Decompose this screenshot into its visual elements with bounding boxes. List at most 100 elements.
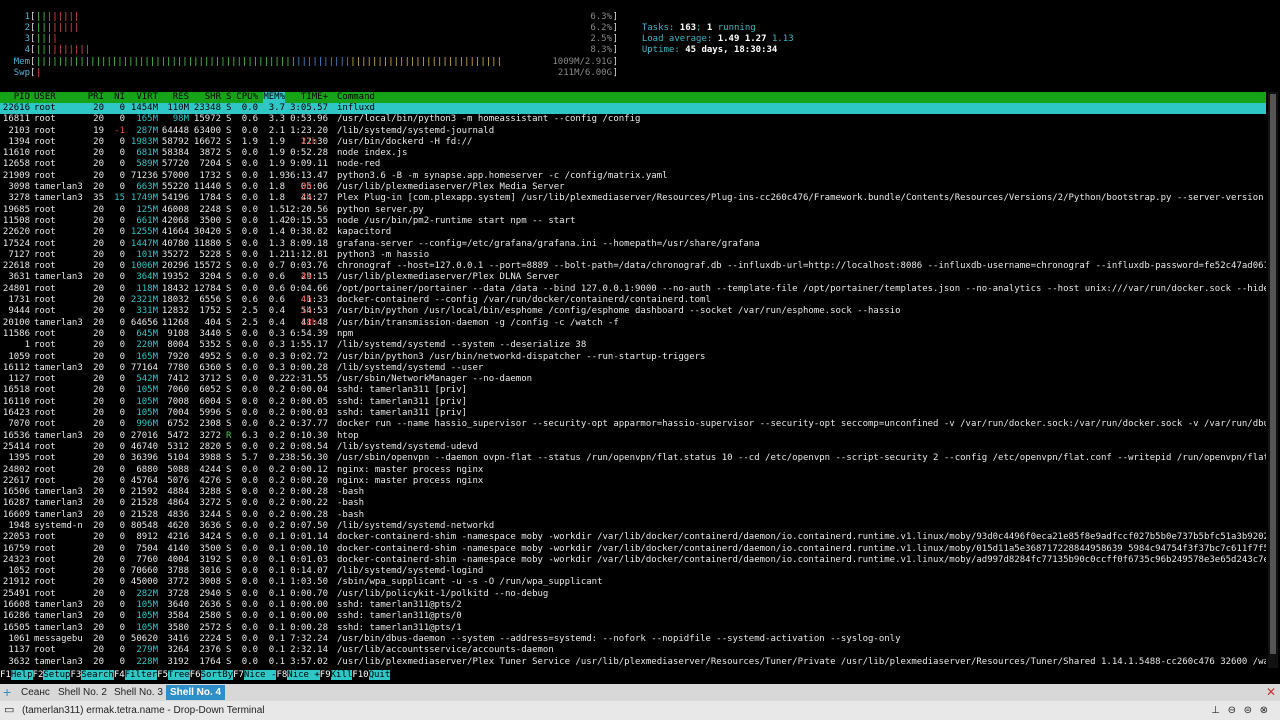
nice: 0 [119, 554, 125, 565]
fkey-f6[interactable]: F6SortBy [190, 669, 234, 681]
process-row[interactable]: 16536 tamerlan3 20 0 27016 5472 3272 R 6.3 0.2 0:1… [0, 431, 1266, 442]
col-res[interactable]: RES [173, 92, 189, 103]
add-tab-icon[interactable]: + [3, 685, 15, 699]
process-row[interactable]: 19685 root 20 0 125M 46008 2248 S 0.0 1.5 12:20.56… [0, 205, 1266, 216]
col-time[interactable]: TIME+ [301, 92, 328, 103]
process-row[interactable]: 24323 root 20 0 7760 4004 3192 S 0.0 0.1 0:01.03 do… [0, 555, 1266, 566]
shr: 6360 [199, 362, 221, 373]
col-state[interactable]: S [226, 92, 231, 103]
col-pid[interactable]: PID [14, 92, 30, 103]
process-row[interactable]: 21912 root 20 0 45000 3772 3008 S 0.0 0.1 1:03.50 /… [0, 577, 1266, 588]
mem-percent: 0.6 [268, 272, 285, 283]
process-row[interactable]: 17524 root 20 0 1447M 40780 11880 S 0.0 1.3 8:09.1… [0, 239, 1266, 250]
fkey-f8[interactable]: F8Nice + [276, 669, 320, 681]
process-row[interactable]: 3098 tamerlan3 20 0 663M 55220 11440 S 0.0 1.8 3h 0… [0, 182, 1266, 193]
pid: 16608 [2, 600, 30, 611]
process-row[interactable]: 16609 tamerlan3 20 0 21528 4836 3244 S 0.0 0.2 0:0… [0, 510, 1266, 521]
priority: 20 [93, 543, 104, 554]
close-tab-icon[interactable]: ✕ [1266, 685, 1276, 700]
process-row[interactable]: 22618 root 20 0 1006M 20296 15572 S 0.0 0.7 0:03.7… [0, 261, 1266, 272]
process-row[interactable]: 1127 root 20 0 542M 7412 3712 S 0.0 0.2 22:31.55/u… [0, 374, 1266, 385]
process-row[interactable]: 24802 root 20 0 6880 5088 4244 S 0.0 0.2 0:00.12 ng… [0, 465, 1266, 476]
process-row[interactable]: 22620 root 20 0 1255M 41664 30420 S 0.0 1.4 0:38.8… [0, 227, 1266, 238]
process-row[interactable]: 16608 tamerlan3 20 0 105M 3640 2636 S 0.0 0.1 0:00… [0, 600, 1266, 611]
process-row[interactable]: 22616 root 20 0 1454M 110M 23348 S 0.0 3.7 3:05.57… [0, 103, 1266, 115]
col-virt[interactable]: VIRT [136, 92, 158, 103]
process-row[interactable]: 21909 root 20 0 71236 57000 1732 S 0.0 1.9 36:13.4… [0, 171, 1266, 182]
process-row[interactable]: 16811 root 20 0 165M 98M 15972 S 0.6 3.3 0:53.96/u… [0, 114, 1266, 125]
fkey-f5[interactable]: F5Tree [157, 669, 190, 681]
col-shr[interactable]: SHR [205, 92, 221, 103]
process-row[interactable]: 25491 root 20 0 282M 3728 2940 S 0.0 0.1 0:00.70/u… [0, 589, 1266, 600]
process-row[interactable]: 16286 tamerlan3 20 0 105M 3584 2580 S 0.0 0.1 0:00… [0, 611, 1266, 622]
col-mem[interactable]: MEM% [263, 92, 285, 103]
pin-icon[interactable]: ⊥ [1211, 701, 1220, 720]
fkey-label: Quit [368, 670, 391, 680]
process-row[interactable]: 3278 tamerlan3 35 15 1749M 54196 1784 S 0.0 1.8 2h… [0, 193, 1266, 204]
process-row[interactable]: 20100 tamerlan3 20 0 64656 11268 404 S 2.5 0.4 18h… [0, 318, 1266, 329]
menu-icon[interactable]: ⊜ [1244, 701, 1252, 720]
process-row[interactable]: 22053 root 20 0 8912 4216 3424 S 0.0 0.1 0:01.14 do… [0, 532, 1266, 543]
process-row[interactable]: 11610 root 20 0 681M 58384 3872 S 0.0 1.9 0:52.28 n… [0, 148, 1266, 159]
fkey-f4[interactable]: F4Filter [114, 669, 158, 681]
process-row[interactable]: 1394 root 20 0 1983M 58792 16672 S 1.9 1.9 21h 12:3… [0, 137, 1266, 148]
fkey-f9[interactable]: F9Kill [320, 669, 353, 681]
nice: 15 [114, 193, 125, 204]
process-row[interactable]: 1731 root 20 0 2321M 18032 6556 S 0.6 0.6 4h 41:33 d… [0, 295, 1266, 306]
process-row[interactable]: 16518 root 20 0 105M 7060 6052 S 0.0 0.2 0:00.04 ss… [0, 385, 1266, 396]
process-row[interactable]: 11508 root 20 0 661M 42068 3500 S 0.0 1.4 20:15.55… [0, 216, 1266, 227]
minimize-icon[interactable]: ⊖ [1228, 701, 1236, 720]
tab-shell-1[interactable]: Сеанс [17, 685, 54, 700]
process-row[interactable]: 24801 root 20 0 118M 18432 12784 S 0.0 0.6 0:04.66… [0, 284, 1266, 295]
col-ni[interactable]: NI [114, 92, 125, 103]
col-cpu[interactable]: CPU% [236, 92, 258, 103]
col-user[interactable]: USER [34, 92, 56, 103]
process-row[interactable]: 3632 tamerlan3 20 0 228M 3192 1764 S 0.0 0.1 3:57.… [0, 657, 1266, 668]
process-row[interactable]: 2103 root 19 -1 287M 64448 63400 S 0.0 2.1 1:23.20… [0, 126, 1266, 137]
process-row[interactable]: 16112 tamerlan3 20 0 77164 7780 6360 S 0.0 0.3 0:0… [0, 363, 1266, 374]
process-row[interactable]: 12658 root 20 0 589M 57720 7204 S 0.0 1.9 9:09.11 n… [0, 159, 1266, 170]
col-command[interactable]: Command [337, 92, 375, 103]
fkey-f2[interactable]: F2Setup [33, 669, 71, 681]
process-row[interactable]: 1 root 20 0 220M 8004 5352 S 0.0 0.3 1:55.17/lib/s… [0, 340, 1266, 351]
scrollbar[interactable] [1268, 92, 1278, 668]
process-row[interactable]: 3631 tamerlan3 20 0 364M 19352 3204 S 0.0 0.6 4h 29… [0, 272, 1266, 283]
fkey-f10[interactable]: F10Quit [352, 669, 391, 681]
col-pri[interactable]: PRI [88, 92, 104, 103]
process-row[interactable]: 1061 messagebu 20 0 50620 3416 2224 S 0.0 0.1 7:32… [0, 634, 1266, 645]
fkey-f7[interactable]: F7Nice - [233, 669, 277, 681]
process-row[interactable]: 9444 root 20 0 331M 12832 1752 S 2.5 0.4 1h 54:53/u… [0, 306, 1266, 317]
fkey-f1[interactable]: F1Help [0, 669, 33, 681]
tab-shell-3[interactable]: Shell No. 3 [110, 685, 167, 700]
process-row[interactable]: 16505 tamerlan3 20 0 105M 3580 2572 S 0.0 0.1 0:00… [0, 623, 1266, 634]
time: 1:55.17 [290, 340, 328, 351]
process-row[interactable]: 1137 root 20 0 279M 3264 2376 S 0.0 0.1 2:32.14/us… [0, 645, 1266, 656]
command: /usr/lib/plexmediaserver/Plex Tuner Serv… [337, 656, 1266, 667]
tab-shell-2[interactable]: Shell No. 2 [54, 685, 111, 700]
process-row[interactable]: 25414 root 20 0 46740 5312 2820 S 0.0 0.2 0:08.54 /… [0, 442, 1266, 453]
process-row[interactable]: 16759 root 20 0 7504 4140 3500 S 0.0 0.1 0:00.10 do… [0, 544, 1266, 555]
process-row[interactable]: 1948 systemd-n 20 0 80548 4620 3636 S 0.0 0.2 0:07… [0, 521, 1266, 532]
time: 0:08.54 [290, 441, 328, 452]
process-row[interactable]: 16287 tamerlan3 20 0 21528 4864 3272 S 0.0 0.2 0:0… [0, 498, 1266, 509]
process-row[interactable]: 1059 root 20 0 165M 7920 4952 S 0.0 0.3 0:02.72/us… [0, 352, 1266, 363]
process-row[interactable]: 16423 root 20 0 105M 7004 5996 S 0.0 0.2 0:00.03 ss… [0, 408, 1266, 419]
process-row[interactable]: 1052 root 20 0 70660 3788 3016 S 0.0 0.1 0:14.07/l… [0, 566, 1266, 577]
fkey-f3[interactable]: F3Search [70, 669, 114, 681]
cpu-meter-3: 3[|||| 2.5%] [0, 34, 620, 45]
state: S [226, 227, 232, 238]
tab-shell-4[interactable]: Shell No. 4 [166, 685, 226, 700]
cpu-percent: 0.0 [241, 238, 258, 249]
process-row[interactable]: 11586 root 20 0 645M 9108 3440 S 0.0 0.3 6:54.39 np… [0, 329, 1266, 340]
process-row[interactable]: 16506 tamerlan3 20 0 21592 4884 3288 S 0.0 0.2 0:0… [0, 487, 1266, 498]
cpu-percent: 0.0 [241, 600, 258, 611]
process-row[interactable]: 7070 root 20 0 996M 6752 2308 S 0.0 0.2 0:37.77 doc… [0, 419, 1266, 430]
scrollbar-thumb[interactable] [1270, 94, 1276, 654]
process-row[interactable]: 22617 root 20 0 45764 5076 4276 S 0.0 0.2 0:00.20 n… [0, 476, 1266, 487]
nice: 0 [119, 396, 125, 407]
process-row[interactable]: 7127 root 20 0 101M 35272 5228 S 0.0 1.2 11:12.81 p… [0, 250, 1266, 261]
nice: 0 [119, 114, 125, 125]
close-window-icon[interactable]: ⊗ [1260, 701, 1268, 720]
process-row[interactable]: 1395 root 20 0 36396 5104 3988 S 5.7 0.2 38:56.30 /… [0, 453, 1266, 464]
process-row[interactable]: 16110 root 20 0 105M 7008 6004 S 0.0 0.2 0:00.05 ss… [0, 397, 1266, 408]
